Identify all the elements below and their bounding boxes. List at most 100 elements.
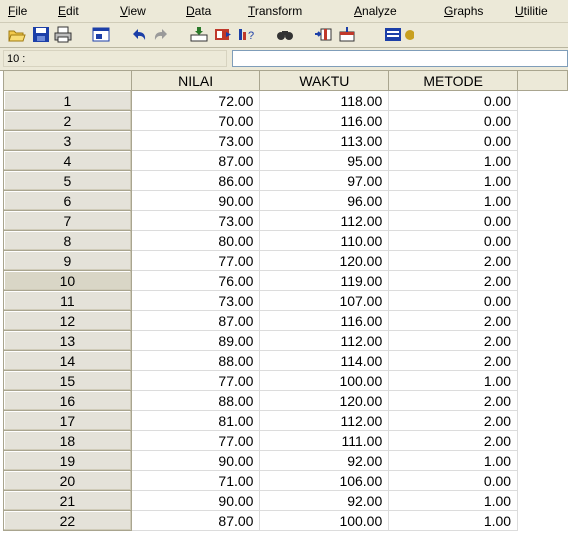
row-header[interactable]: 21 [3,490,132,511]
row-header[interactable]: 12 [3,310,132,331]
cell-metode[interactable]: 0.00 [388,230,519,251]
row-header[interactable]: 13 [3,330,132,351]
row-header[interactable]: 16 [3,390,132,411]
cell-empty[interactable] [517,330,568,351]
cell-waktu[interactable]: 116.00 [259,110,390,131]
row-header[interactable]: 11 [3,290,132,311]
row-header[interactable]: 2 [3,110,132,131]
cell-empty[interactable] [517,310,568,331]
cell-empty[interactable] [517,150,568,171]
cell-waktu[interactable]: 119.00 [259,270,390,291]
row-header[interactable]: 8 [3,230,132,251]
cell-waktu[interactable]: 120.00 [259,250,390,271]
row-header[interactable]: 7 [3,210,132,231]
cell-empty[interactable] [517,410,568,431]
cell-nilai[interactable]: 73.00 [130,210,261,231]
cell-empty[interactable] [517,250,568,271]
cell-waktu[interactable]: 100.00 [259,510,390,531]
cell-nilai[interactable]: 90.00 [130,450,261,471]
cell-metode[interactable]: 0.00 [388,90,519,111]
find-icon[interactable] [276,26,294,43]
cell-waktu[interactable]: 112.00 [259,210,390,231]
cell-waktu[interactable]: 100.00 [259,370,390,391]
cell-waktu[interactable]: 114.00 [259,350,390,371]
cell-empty[interactable] [517,390,568,411]
cell-empty[interactable] [517,110,568,131]
cell-nilai[interactable]: 70.00 [130,110,261,131]
column-header-nilai[interactable]: NILAI [130,70,261,91]
cell-nilai[interactable]: 81.00 [130,410,261,431]
cell-metode[interactable]: 2.00 [388,330,519,351]
cell-nilai[interactable]: 73.00 [130,290,261,311]
corner-cell[interactable] [3,70,132,91]
cell-waktu[interactable]: 116.00 [259,310,390,331]
cell-metode[interactable]: 2.00 [388,270,519,291]
cell-metode[interactable]: 2.00 [388,410,519,431]
cell-empty[interactable] [517,370,568,391]
cell-nilai[interactable]: 71.00 [130,470,261,491]
cell-empty[interactable] [517,290,568,311]
cell-waktu[interactable]: 97.00 [259,170,390,191]
cell-metode[interactable]: 1.00 [388,450,519,471]
cell-metode[interactable]: 2.00 [388,250,519,271]
row-header[interactable]: 22 [3,510,132,531]
menu-analyze[interactable]: Analyze [354,4,397,18]
cell-waktu[interactable]: 92.00 [259,490,390,511]
cell-empty[interactable] [517,490,568,511]
column-header-metode[interactable]: METODE [388,70,519,91]
menu-utilities[interactable]: Utilitie [515,4,548,18]
dialog-recall-icon[interactable] [92,26,110,43]
column-header-waktu[interactable]: WAKTU [259,70,390,91]
cell-value-input[interactable] [232,50,568,67]
cell-metode[interactable]: 0.00 [388,110,519,131]
cell-metode[interactable]: 2.00 [388,350,519,371]
row-header[interactable]: 17 [3,410,132,431]
select-cases-icon[interactable] [404,26,414,43]
cell-metode[interactable]: 0.00 [388,290,519,311]
row-header[interactable]: 19 [3,450,132,471]
row-header[interactable]: 5 [3,170,132,191]
cell-empty[interactable] [517,270,568,291]
row-header[interactable]: 4 [3,150,132,171]
cell-empty[interactable] [517,190,568,211]
row-header[interactable]: 1 [3,90,132,111]
cell-metode[interactable]: 0.00 [388,210,519,231]
cell-metode[interactable]: 1.00 [388,190,519,211]
cell-metode[interactable]: 1.00 [388,490,519,511]
cell-empty[interactable] [517,230,568,251]
cell-nilai[interactable]: 89.00 [130,330,261,351]
cell-waktu[interactable]: 120.00 [259,390,390,411]
cell-nilai[interactable]: 87.00 [130,510,261,531]
row-header[interactable]: 10 [3,270,132,291]
cell-waktu[interactable]: 92.00 [259,450,390,471]
menu-file[interactable]: File [8,4,27,18]
cell-nilai[interactable]: 88.00 [130,390,261,411]
insert-variable-icon[interactable] [214,26,232,43]
cell-waktu[interactable]: 111.00 [259,430,390,451]
cell-metode[interactable]: 2.00 [388,390,519,411]
print-icon[interactable] [54,26,72,43]
cell-metode[interactable]: 2.00 [388,310,519,331]
cell-waktu[interactable]: 110.00 [259,230,390,251]
undo-icon[interactable] [130,26,148,43]
cell-waktu[interactable]: 96.00 [259,190,390,211]
save-icon[interactable] [32,26,50,43]
row-header[interactable]: 3 [3,130,132,151]
menu-transform[interactable]: Transform [248,4,302,18]
cell-nilai[interactable]: 86.00 [130,170,261,191]
cell-waktu[interactable]: 95.00 [259,150,390,171]
cell-empty[interactable] [517,170,568,191]
cell-nilai[interactable]: 72.00 [130,90,261,111]
cell-nilai[interactable]: 73.00 [130,130,261,151]
cell-metode[interactable]: 1.00 [388,370,519,391]
cell-nilai[interactable]: 77.00 [130,250,261,271]
cell-empty[interactable] [517,470,568,491]
cell-waktu[interactable]: 106.00 [259,470,390,491]
menu-data[interactable]: Data [186,4,211,18]
cell-metode[interactable]: 1.00 [388,150,519,171]
row-header[interactable]: 9 [3,250,132,271]
cell-empty[interactable] [517,510,568,531]
goto-case-icon[interactable] [190,26,208,43]
cell-nilai[interactable]: 77.00 [130,370,261,391]
cell-waktu[interactable]: 112.00 [259,410,390,431]
